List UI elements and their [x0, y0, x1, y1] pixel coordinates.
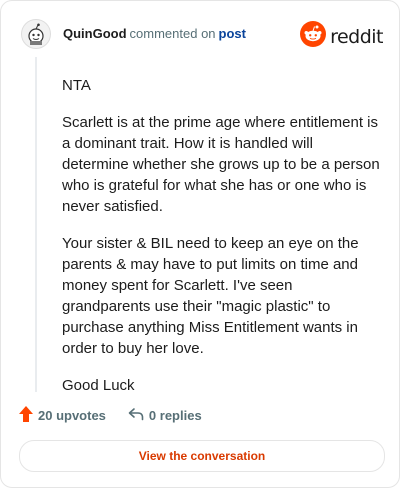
- thread-line: [35, 57, 37, 392]
- upvote-arrow-icon: [19, 405, 33, 425]
- comment-actions: 20 upvotes 0 replies: [19, 405, 202, 425]
- commented-on-text: commented on: [129, 26, 216, 41]
- replies-button[interactable]: 0 replies: [128, 407, 202, 424]
- comment-paragraph: Good Luck: [62, 377, 135, 394]
- reddit-logo[interactable]: reddit: [300, 21, 383, 52]
- snoo-avatar-icon[interactable]: [21, 19, 51, 49]
- upvote-count: 20 upvotes: [38, 407, 106, 423]
- post-link[interactable]: post: [219, 26, 246, 41]
- comment-paragraph: Your sister & BIL need to keep an eye on…: [62, 235, 359, 357]
- reply-count: 0 replies: [148, 407, 202, 423]
- comment-paragraph: NTA: [62, 77, 91, 94]
- comment-paragraph: Scarlett is at the prime age where entit…: [62, 114, 380, 215]
- comment-header: QuinGood commented on post reddit: [21, 17, 383, 51]
- comment-body: NTA Scarlett is at the prime age where e…: [62, 75, 380, 412]
- view-conversation-button[interactable]: View the conversation: [19, 440, 385, 472]
- comment-byline: QuinGood commented on post: [63, 26, 246, 42]
- reddit-wordmark: reddit: [330, 25, 383, 48]
- upvote-button[interactable]: 20 upvotes: [19, 405, 106, 425]
- reddit-snoo-icon: [300, 21, 327, 52]
- comment-embed-card: QuinGood commented on post reddit NTA Sc…: [0, 0, 400, 488]
- username-link[interactable]: QuinGood: [63, 26, 127, 41]
- reply-arrow-icon: [128, 407, 144, 424]
